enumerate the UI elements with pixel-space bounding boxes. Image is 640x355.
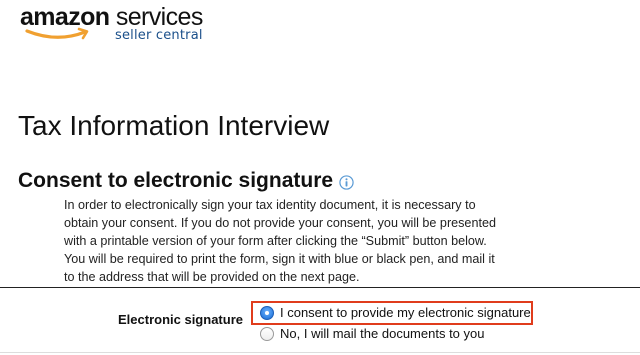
section-divider [0, 287, 640, 288]
consent-explanation: In order to electronically sign your tax… [64, 196, 514, 286]
consent-line: to the address that will be provided on … [64, 270, 360, 284]
amazon-smile-icon [25, 27, 89, 40]
mail-documents-option[interactable]: No, I will mail the documents to you [260, 326, 484, 342]
consent-line: with a printable version of your form af… [64, 234, 487, 248]
consent-line: In order to electronically sign your tax… [64, 198, 476, 212]
section-heading-text: Consent to electronic signature [18, 169, 334, 192]
electronic-signature-label: Electronic signature [118, 312, 243, 327]
mail-option-label[interactable]: No, I will mail the documents to you [280, 326, 484, 342]
consent-line: obtain your consent. If you do not provi… [64, 216, 496, 230]
bottom-divider [0, 352, 640, 353]
section-heading: Consent to electronic signature [18, 168, 354, 194]
page-title: Tax Information Interview [18, 110, 330, 141]
radio-consent-selected[interactable] [260, 306, 274, 320]
radio-mail-documents[interactable] [260, 327, 274, 341]
logo-subtitle: seller central [115, 28, 203, 43]
amazon-services-logo[interactable]: amazon services seller central [20, 2, 220, 47]
consent-line: You will be required to print the form, … [64, 252, 495, 266]
info-icon[interactable] [339, 175, 354, 190]
consent-option-label[interactable]: I consent to provide my electronic signa… [280, 305, 531, 321]
consent-option-highlighted[interactable]: I consent to provide my electronic signa… [251, 301, 533, 325]
page: amazon services seller central Tax Infor… [0, 0, 640, 355]
logo-services: services [115, 3, 203, 31]
